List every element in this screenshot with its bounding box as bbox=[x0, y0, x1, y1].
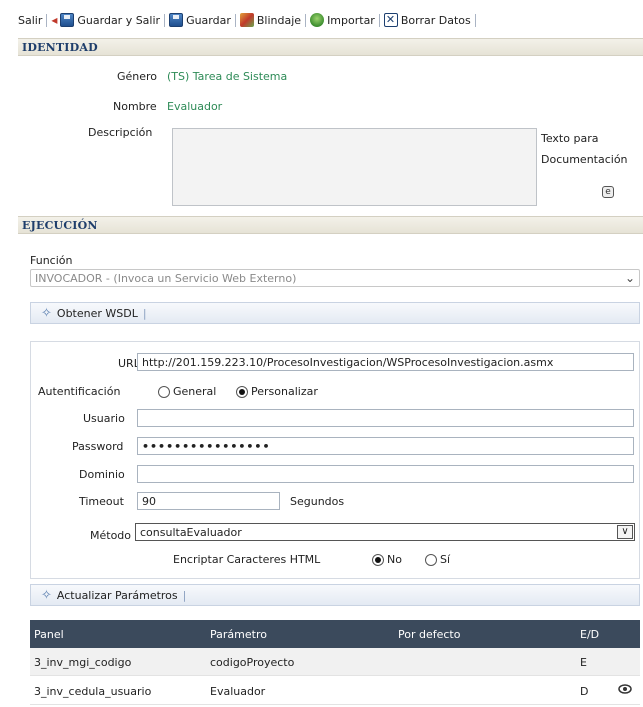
timeout-label: Timeout bbox=[79, 495, 124, 508]
password-label: Password bbox=[72, 440, 124, 453]
back-arrow-icon: ◂ bbox=[51, 13, 58, 27]
importar-button[interactable]: Importar bbox=[310, 13, 375, 27]
funcion-select-value: INVOCADOR - (Invoca un Servicio Web Exte… bbox=[35, 272, 297, 285]
shield-lock-icon bbox=[239, 13, 254, 27]
dominio-input[interactable] bbox=[137, 465, 634, 483]
invocador-panel bbox=[30, 341, 640, 579]
actualizar-parametros-label: Actualizar Parámetros bbox=[56, 588, 178, 602]
autenticacion-label: Autentificación bbox=[38, 385, 121, 398]
table-row[interactable]: 3_inv_mgi_codigo codigoProyecto E bbox=[30, 648, 640, 676]
usuario-label: Usuario bbox=[83, 412, 125, 425]
chevron-down-icon: ∨ bbox=[617, 525, 633, 539]
cell-panel: 3_inv_mgi_codigo bbox=[34, 656, 132, 669]
encriptar-no-option[interactable]: No bbox=[372, 553, 402, 566]
chevron-down-icon: ⌄ bbox=[624, 271, 635, 285]
column-header-panel[interactable]: Panel bbox=[34, 628, 64, 641]
radio-si[interactable] bbox=[425, 554, 437, 566]
plus-icon: ✧ bbox=[41, 587, 52, 603]
documentation-edit-icon[interactable]: e bbox=[602, 186, 614, 198]
toolbar-divider bbox=[164, 13, 166, 27]
salir-button[interactable]: Salir bbox=[18, 14, 42, 27]
view-eye-icon[interactable] bbox=[618, 682, 632, 699]
guardar-y-salir-label: Guardar y Salir bbox=[77, 13, 161, 27]
blindaje-button[interactable]: Blindaje bbox=[239, 13, 302, 27]
funcion-select[interactable]: INVOCADOR - (Invoca un Servicio Web Exte… bbox=[30, 269, 640, 287]
guardar-label: Guardar bbox=[186, 13, 231, 27]
password-input[interactable]: •••••••••••••••• bbox=[137, 437, 634, 455]
guardar-button[interactable]: Guardar bbox=[169, 13, 231, 27]
texto-para-label: Texto para bbox=[541, 132, 599, 145]
encriptar-label: Encriptar Caracteres HTML bbox=[173, 553, 321, 566]
blindaje-label: Blindaje bbox=[256, 13, 302, 27]
nombre-value[interactable]: Evaluador bbox=[167, 100, 222, 113]
bar-divider: | bbox=[182, 588, 187, 602]
auth-general-label: General bbox=[173, 385, 217, 398]
importar-label: Importar bbox=[327, 13, 375, 27]
nombre-label: Nombre bbox=[113, 100, 157, 113]
radio-general[interactable] bbox=[158, 386, 170, 398]
encriptar-si-option[interactable]: Sí bbox=[425, 553, 450, 566]
documentacion-label: Documentación bbox=[541, 153, 628, 166]
segundos-label: Segundos bbox=[290, 495, 345, 508]
floppy-disk-icon bbox=[169, 13, 184, 27]
funcion-label: Función bbox=[30, 254, 73, 267]
toolbar: Salir ◂ Guardar y Salir Guardar Blindaje… bbox=[18, 8, 643, 32]
descripcion-textarea[interactable] bbox=[172, 128, 537, 206]
identidad-header: IDENTIDAD bbox=[18, 38, 643, 56]
url-input[interactable]: http://201.159.223.10/ProcesoInvestigaci… bbox=[137, 353, 634, 371]
column-header-por-defecto[interactable]: Por defecto bbox=[398, 628, 460, 641]
auth-personalizar-label: Personalizar bbox=[251, 385, 318, 398]
dominio-label: Dominio bbox=[79, 468, 125, 481]
radio-no[interactable] bbox=[372, 554, 384, 566]
parameters-table-header: Panel Parámetro Por defecto E/D bbox=[30, 620, 640, 648]
cell-parametro: codigoProyecto bbox=[210, 656, 295, 669]
obtener-wsdl-bar[interactable]: ✧ Obtener WSDL | bbox=[30, 302, 640, 324]
column-header-parametro[interactable]: Parámetro bbox=[210, 628, 267, 641]
toolbar-divider bbox=[46, 13, 48, 27]
toolbar-divider bbox=[378, 13, 380, 27]
ejecucion-header: EJECUCIÓN bbox=[18, 216, 643, 234]
genero-value[interactable]: (TS) Tarea de Sistema bbox=[167, 70, 287, 83]
bar-divider: | bbox=[142, 306, 147, 320]
cell-parametro: Evaluador bbox=[210, 685, 266, 698]
toolbar-divider bbox=[305, 13, 307, 27]
enc-no-label: No bbox=[387, 553, 402, 566]
auth-personalizar-option[interactable]: Personalizar bbox=[236, 385, 318, 398]
salir-label: Salir bbox=[18, 13, 43, 27]
descripcion-label: Descripción bbox=[88, 126, 153, 139]
metodo-select[interactable]: consultaEvaluador ∨ bbox=[135, 523, 635, 541]
delete-x-icon bbox=[383, 13, 398, 27]
toolbar-divider bbox=[234, 13, 236, 27]
metodo-label: Método bbox=[90, 529, 132, 542]
cell-panel: 3_inv_cedula_usuario bbox=[34, 685, 152, 698]
borrar-datos-label: Borrar Datos bbox=[400, 13, 471, 27]
import-icon bbox=[310, 13, 325, 27]
usuario-input[interactable] bbox=[137, 409, 634, 427]
radio-personalizar[interactable] bbox=[236, 386, 248, 398]
toolbar-divider bbox=[474, 13, 476, 27]
guardar-y-salir-button[interactable]: ◂ Guardar y Salir bbox=[51, 13, 160, 27]
obtener-wsdl-label: Obtener WSDL bbox=[56, 306, 138, 320]
floppy-disk-icon bbox=[60, 13, 75, 27]
enc-si-label: Sí bbox=[440, 553, 451, 566]
column-header-ed[interactable]: E/D bbox=[580, 628, 599, 641]
borrar-datos-button[interactable]: Borrar Datos bbox=[383, 13, 471, 27]
genero-label: Género bbox=[117, 70, 158, 83]
actualizar-parametros-bar[interactable]: ✧ Actualizar Parámetros | bbox=[30, 584, 640, 606]
metodo-select-value: consultaEvaluador bbox=[140, 526, 242, 539]
cell-ed: D bbox=[580, 685, 589, 698]
cell-ed: E bbox=[580, 656, 587, 669]
timeout-input[interactable]: 90 bbox=[137, 492, 280, 510]
table-row[interactable]: 3_inv_cedula_usuario Evaluador D bbox=[30, 677, 640, 705]
auth-general-option[interactable]: General bbox=[158, 385, 216, 398]
plus-icon: ✧ bbox=[41, 305, 52, 321]
